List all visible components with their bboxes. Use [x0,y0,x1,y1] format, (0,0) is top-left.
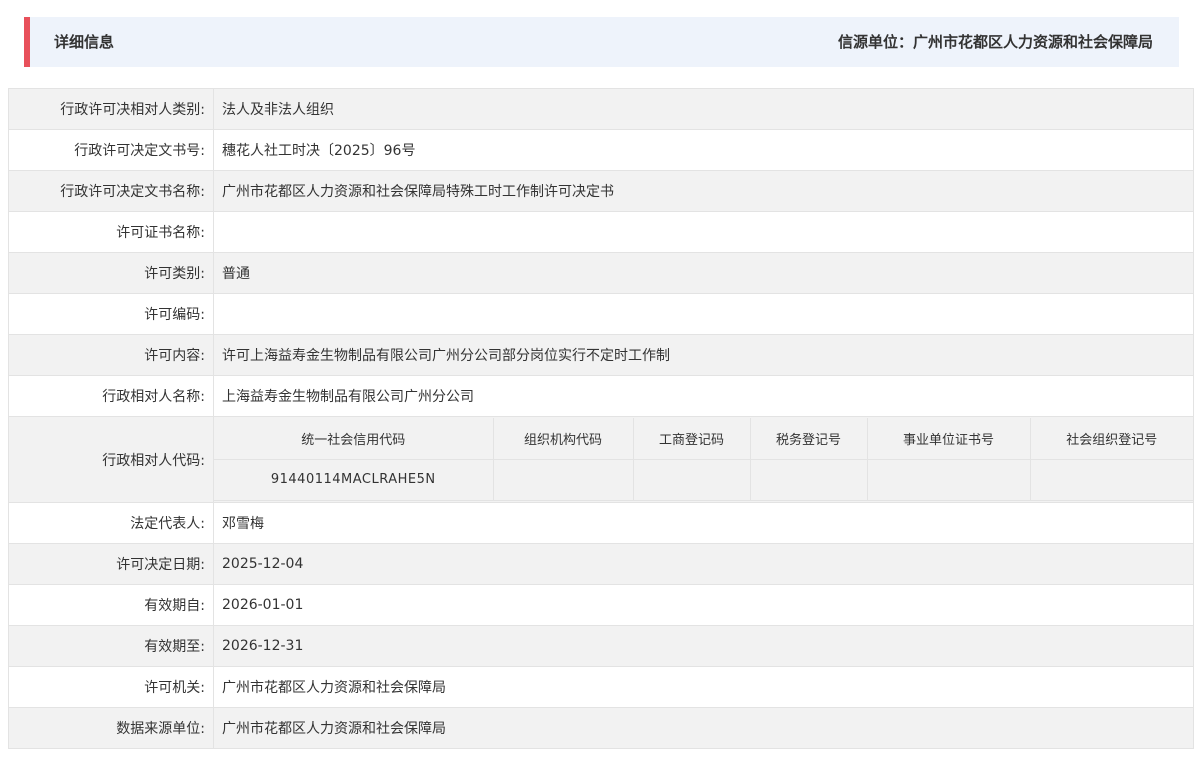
row-value [213,211,1194,253]
codes-cell: 统一社会信用代码 组织机构代码 工商登记码 税务登记号 事业单位证书号 社会组织… [213,416,1194,503]
row-value: 广州市花都区人力资源和社会保障局 [213,707,1194,749]
row-label: 有效期自: [8,584,214,626]
source-unit: 信源单位：广州市花都区人力资源和社会保障局 [837,33,1153,51]
codes-value [493,459,634,501]
codes-table: 统一社会信用代码 组织机构代码 工商登记码 税务登记号 事业单位证书号 社会组织… [214,418,1193,501]
codes-value [750,459,868,501]
row-value: 法人及非法人组织 [213,88,1194,130]
row-label: 行政许可决定文书号: [8,129,214,171]
table-row: 有效期至: 2026-12-31 [8,625,1194,667]
row-label: 许可机关: [8,666,214,708]
row-label: 行政许可决相对人类别: [8,88,214,130]
table-row: 行政许可决相对人类别: 法人及非法人组织 [8,88,1194,130]
row-value: 普通 [213,252,1194,294]
codes-value [867,459,1031,501]
row-value: 许可上海益寿金生物制品有限公司广州分公司部分岗位实行不定时工作制 [213,334,1194,376]
row-label: 许可内容: [8,334,214,376]
table-row: 许可编码: [8,293,1194,335]
table-row: 许可机关: 广州市花都区人力资源和社会保障局 [8,666,1194,708]
row-value: 穗花人社工时决〔2025〕96号 [213,129,1194,171]
row-label: 数据来源单位: [8,707,214,749]
detail-table: 行政许可决相对人类别: 法人及非法人组织 行政许可决定文书号: 穗花人社工时决〔… [8,88,1194,749]
row-value: 2026-12-31 [213,625,1194,667]
row-label: 行政相对人名称: [8,375,214,417]
codes-header: 社会组织登记号 [1030,418,1193,460]
codes-value-row: 91440114MACLRAHE5N [214,459,1193,501]
table-row: 行政许可决定文书号: 穗花人社工时决〔2025〕96号 [8,129,1194,171]
codes-value [1030,459,1193,501]
section-title: 详细信息 [54,33,115,51]
detail-header: 详细信息 信源单位：广州市花都区人力资源和社会保障局 [24,17,1179,67]
table-row: 许可决定日期: 2025-12-04 [8,543,1194,585]
row-label: 行政许可决定文书名称: [8,170,214,212]
codes-header: 组织机构代码 [493,418,634,460]
table-row: 许可类别: 普通 [8,252,1194,294]
table-row: 行政相对人名称: 上海益寿金生物制品有限公司广州分公司 [8,375,1194,417]
codes-header-row: 统一社会信用代码 组织机构代码 工商登记码 税务登记号 事业单位证书号 社会组织… [214,418,1193,460]
row-value [213,293,1194,335]
row-label: 许可编码: [8,293,214,335]
table-row: 行政许可决定文书名称: 广州市花都区人力资源和社会保障局特殊工时工作制许可决定书 [8,170,1194,212]
table-row: 数据来源单位: 广州市花都区人力资源和社会保障局 [8,707,1194,749]
codes-value: 91440114MACLRAHE5N [214,459,494,501]
table-row: 有效期自: 2026-01-01 [8,584,1194,626]
row-label: 许可决定日期: [8,543,214,585]
table-row: 许可证书名称: [8,211,1194,253]
codes-value [633,459,751,501]
row-label: 行政相对人代码: [8,416,214,503]
codes-header: 工商登记码 [633,418,751,460]
codes-header: 统一社会信用代码 [214,418,494,460]
row-label: 许可类别: [8,252,214,294]
row-value: 上海益寿金生物制品有限公司广州分公司 [213,375,1194,417]
row-label: 有效期至: [8,625,214,667]
codes-header: 事业单位证书号 [867,418,1031,460]
table-row: 法定代表人: 邓雪梅 [8,502,1194,544]
row-value: 2025-12-04 [213,543,1194,585]
row-value: 邓雪梅 [213,502,1194,544]
table-row: 许可内容: 许可上海益寿金生物制品有限公司广州分公司部分岗位实行不定时工作制 [8,334,1194,376]
header-accent-bar [24,17,30,67]
row-value: 广州市花都区人力资源和社会保障局 [213,666,1194,708]
row-label: 法定代表人: [8,502,214,544]
table-row-codes: 行政相对人代码: 统一社会信用代码 组织机构代码 工商登记码 税务登记号 事业单… [8,416,1194,503]
row-value: 广州市花都区人力资源和社会保障局特殊工时工作制许可决定书 [213,170,1194,212]
row-value: 2026-01-01 [213,584,1194,626]
row-label: 许可证书名称: [8,211,214,253]
codes-header: 税务登记号 [750,418,868,460]
